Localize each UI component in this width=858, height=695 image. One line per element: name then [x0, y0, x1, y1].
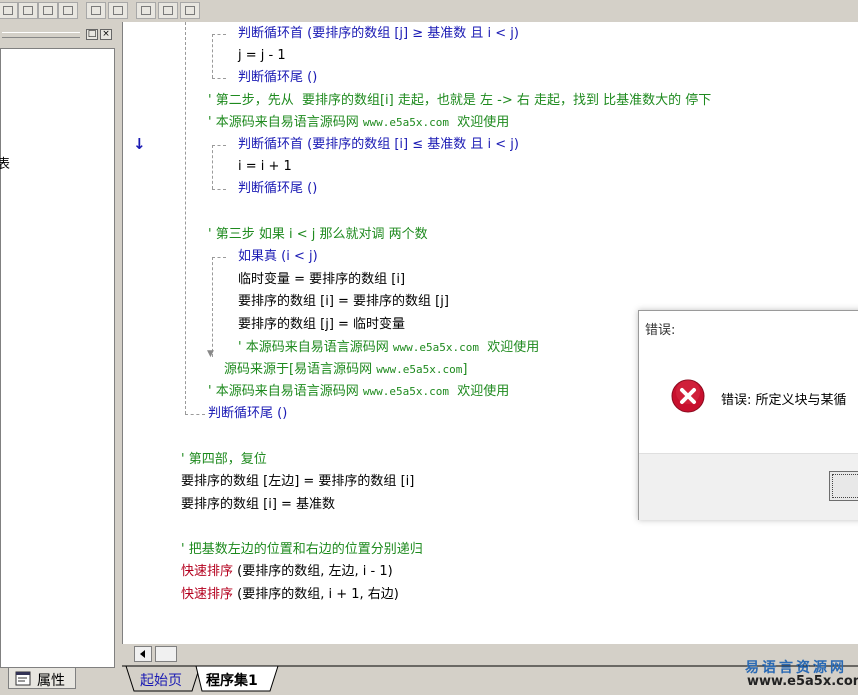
- code-line-9: ' 第三步 如果 i < j 那么就对调 两个数: [208, 227, 428, 242]
- code-line-16: ' 本源码来自易语言源码网 www.e5a5x.com 欢迎使用: [208, 384, 510, 399]
- code-line-23: 快速排序 (要排序的数组, i + 1, 右边): [181, 587, 399, 602]
- code-line-11: 临时变量 = 要排序的数组 [i]: [238, 272, 406, 287]
- same-size-icon[interactable]: [180, 2, 200, 19]
- left-panel: □ × 表: [0, 22, 122, 668]
- code-line-17: 判断循环尾 (): [208, 406, 288, 421]
- panel-grip[interactable]: [2, 32, 80, 38]
- properties-tab-label: 属性: [37, 673, 65, 689]
- code-line-7: i = i + 1: [238, 159, 292, 174]
- distribute-horizontal-icon[interactable]: [86, 2, 106, 19]
- code-line-18: ' 第四部，复位: [181, 452, 267, 467]
- scroll-thumb[interactable]: [155, 646, 177, 662]
- code-line-19: 要排序的数组 [左边] = 要排序的数组 [i]: [181, 474, 415, 489]
- editor-gutter: ↓ +: [122, 22, 165, 644]
- tab-bar: 起始页 程序集1 易语言资源网 www.e5a5x.com: [122, 660, 858, 695]
- panel-title-bar: □ ×: [0, 25, 118, 41]
- code-line-8: 判断循环尾 (): [238, 181, 318, 196]
- same-height-icon[interactable]: [158, 2, 178, 19]
- tree-item-cut-text: 表: [0, 157, 11, 172]
- properties-icon: [15, 671, 31, 686]
- scroll-left-button[interactable]: [134, 646, 152, 662]
- same-width-icon[interactable]: [136, 2, 156, 19]
- align-center-icon[interactable]: [18, 2, 38, 19]
- code-line-22: 快速排序 (要排序的数组, 左边, i - 1): [181, 564, 393, 579]
- tab-start-page[interactable]: 起始页: [140, 670, 182, 690]
- code-line-3: 判断循环尾 (): [238, 70, 318, 85]
- code-line-4: ' 第二步，先从 要排序的数组[i] 走起，也就是 左 -> 右 走起，找到 比…: [208, 93, 712, 108]
- align-top-icon[interactable]: [58, 2, 78, 19]
- code-line-13: 要排序的数组 [j] = 临时变量: [238, 317, 406, 332]
- error-dialog: 错误: 错误: 所定义块与某循: [638, 310, 858, 520]
- code-line-10: 如果真 (i < j): [238, 249, 318, 264]
- distribute-vertical-icon[interactable]: [108, 2, 128, 19]
- dialog-message: 错误: 所定义块与某循: [721, 393, 847, 408]
- align-left-icon[interactable]: [0, 2, 18, 19]
- code-line-6: 判断循环首 (要排序的数组 [i] ≤ 基准数 且 i < j): [238, 137, 519, 152]
- watermark-url: www.e5a5x.com: [747, 674, 858, 689]
- arrow-left-icon: [140, 650, 145, 658]
- restore-icon[interactable]: □: [86, 29, 98, 40]
- dialog-ok-button[interactable]: [829, 471, 858, 501]
- code-line-14: ' 本源码来自易语言源码网 www.e5a5x.com 欢迎使用: [238, 340, 540, 355]
- align-right-icon[interactable]: [38, 2, 58, 19]
- properties-tab[interactable]: 属性: [8, 667, 76, 689]
- error-icon: [671, 379, 705, 413]
- code-line-20: 要排序的数组 [i] = 基准数: [181, 497, 336, 512]
- toolbar: [0, 0, 858, 23]
- dialog-footer: [639, 453, 858, 520]
- code-line-1: 判断循环首 (要排序的数组 [j] ≥ 基准数 且 i < j): [238, 26, 519, 41]
- execution-arrow-icon: ↓: [133, 135, 146, 153]
- tab-program-set[interactable]: 程序集1: [206, 670, 258, 690]
- code-line-5: ' 本源码来自易语言源码网 www.e5a5x.com 欢迎使用: [208, 115, 510, 130]
- code-line-15: 源码来源于[易语言源码网 www.e5a5x.com]: [224, 362, 468, 377]
- code-line-2: j = j - 1: [238, 48, 286, 63]
- code-line-12: 要排序的数组 [i] = 要排序的数组 [j]: [238, 294, 449, 309]
- close-icon[interactable]: ×: [100, 29, 112, 40]
- panel-tree[interactable]: 表: [0, 48, 115, 668]
- dialog-title: 错误:: [645, 323, 676, 338]
- fold-down-icon[interactable]: ▼: [207, 349, 214, 359]
- code-line-21: ' 把基数左边的位置和右边的位置分别递归: [181, 542, 423, 557]
